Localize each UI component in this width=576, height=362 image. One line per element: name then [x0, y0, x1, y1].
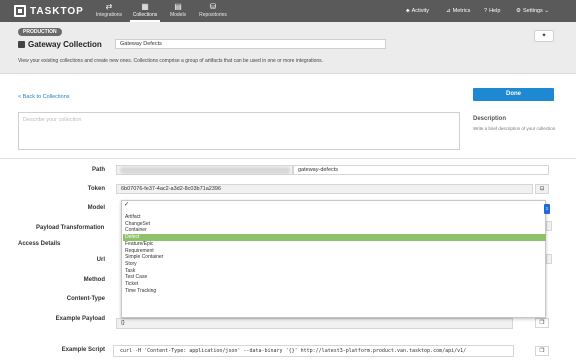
- page-title: Gateway Collection: [18, 40, 102, 49]
- back-to-collections-link[interactable]: < Back to Collections: [18, 94, 70, 100]
- example-script-field: curl -H 'Content-Type: application/json'…: [113, 345, 514, 357]
- nav-repositories-label: Repositories: [199, 12, 227, 18]
- nav-metrics[interactable]: ⊿ Metrics: [446, 6, 470, 16]
- model-option-time-tracking[interactable]: Time Tracking: [123, 288, 546, 295]
- path-suffix-input[interactable]: gateway-defects: [293, 165, 549, 175]
- nav-metrics-label: Metrics: [452, 8, 471, 14]
- nav-collections[interactable]: ▦ Collections: [130, 2, 160, 22]
- model-option-changeset[interactable]: ChangeSet: [123, 221, 546, 228]
- metrics-icon: ⊿: [446, 8, 451, 14]
- repositories-icon: ⛁: [209, 2, 217, 11]
- page-title-text: Gateway Collection: [28, 40, 102, 49]
- nav-models[interactable]: ▤ Models: [166, 2, 190, 22]
- collection-icon: [18, 41, 25, 48]
- nav-integrations[interactable]: ⇄ Integrations: [94, 2, 124, 22]
- token-field: 6b07076-fe37-4ac2-a3d2-8c03b71a2396: [116, 184, 533, 194]
- url-label: Url: [96, 257, 105, 263]
- payload-transformation-field-edge[interactable]: [546, 221, 552, 231]
- nav-settings-label: Settings ⌄: [522, 8, 549, 14]
- activity-icon: ♣: [406, 8, 410, 14]
- model-option-container[interactable]: Container: [123, 227, 546, 234]
- model-option-defect[interactable]: Defect: [123, 234, 546, 241]
- description-side-text: Write a brief description of your collec…: [473, 126, 557, 131]
- copy-icon: ❐: [539, 348, 545, 354]
- collection-name-input[interactable]: Gateway Defects: [115, 39, 386, 49]
- pin-icon: ✦: [541, 33, 547, 39]
- path-prefix-blurred: [120, 167, 290, 174]
- nav-activity-label: Activity: [411, 8, 430, 14]
- trash-icon: ⊡: [539, 186, 545, 192]
- tasktop-logo[interactable]: TASKTOP: [14, 4, 84, 18]
- payload-transformation-label: Payload Transformation: [36, 225, 105, 231]
- url-field-edge[interactable]: [546, 254, 552, 264]
- nav-settings[interactable]: ⚙ Settings ⌄: [516, 6, 549, 16]
- copy-script-button[interactable]: ❐: [535, 346, 549, 356]
- nav-models-label: Models: [169, 12, 187, 18]
- path-label: Path: [91, 167, 105, 173]
- environment-badge: PRODUCTION: [18, 28, 62, 36]
- integrations-icon: ⇄: [105, 2, 113, 11]
- method-label: Method: [83, 277, 105, 283]
- model-option-story[interactable]: Story: [123, 261, 546, 268]
- model-option-ticket[interactable]: Ticket: [123, 281, 546, 288]
- logo-text: TASKTOP: [30, 5, 84, 17]
- description-textarea[interactable]: Describe your collection: [18, 112, 460, 150]
- model-dropdown-menu[interactable]: Artifact ChangeSet Container Defect Feat…: [121, 200, 546, 318]
- example-script-label: Example Script: [61, 347, 105, 353]
- copy-payload-button[interactable]: ❐: [535, 318, 549, 328]
- collections-icon: ▦: [141, 2, 149, 11]
- model-option-feature-epic[interactable]: Feature/Epic: [123, 241, 546, 248]
- access-details-heading: Access Details: [18, 241, 61, 247]
- checkmark-icon: ✓: [124, 202, 130, 208]
- model-option-requirement[interactable]: Requirement: [123, 248, 546, 255]
- model-option-test-case[interactable]: Test Case: [123, 274, 546, 281]
- model-label: Model: [87, 205, 105, 211]
- nav-integrations-label: Integrations: [95, 12, 123, 18]
- nav-help-label: Help: [489, 8, 501, 14]
- top-navbar: TASKTOP ⇄ Integrations ▦ Collections ▤ M…: [0, 0, 576, 22]
- model-option-artifact[interactable]: Artifact: [123, 214, 546, 221]
- models-icon: ▤: [174, 2, 182, 11]
- nav-repositories[interactable]: ⛁ Repositories: [196, 2, 230, 22]
- example-payload-field: {}: [116, 318, 513, 329]
- settings-icon: ⚙: [516, 8, 521, 14]
- section-divider: [0, 158, 576, 159]
- token-label: Token: [87, 186, 105, 192]
- header-description: View your existing collections and creat…: [18, 58, 324, 64]
- logo-mark-icon: [14, 5, 26, 17]
- collection-header: PRODUCTION Gateway Collection Gateway De…: [0, 22, 576, 74]
- nav-help[interactable]: ? Help: [484, 6, 500, 16]
- description-side-title: Description: [473, 116, 507, 122]
- model-option-simple-container[interactable]: Simple Container: [123, 254, 546, 261]
- model-option-task[interactable]: Task: [123, 268, 546, 275]
- copy-icon: ❐: [539, 320, 545, 326]
- nav-activity[interactable]: ♣ Activity: [406, 6, 429, 16]
- example-payload-label: Example Payload: [55, 316, 105, 322]
- help-icon: ?: [484, 8, 488, 14]
- done-button[interactable]: Done: [473, 88, 554, 101]
- select-arrows-icon[interactable]: ⇕: [544, 204, 550, 214]
- content-type-label: Content-Type: [66, 296, 105, 302]
- nav-collections-label: Collections: [132, 12, 158, 18]
- pin-button[interactable]: ✦: [534, 30, 554, 42]
- refresh-token-button[interactable]: ⊡: [535, 184, 549, 194]
